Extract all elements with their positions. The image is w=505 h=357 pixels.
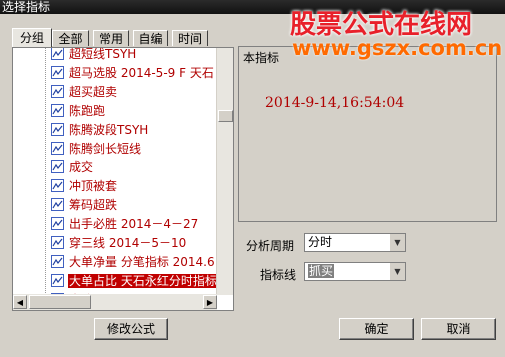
list-item[interactable]: 穿三线 2014－5－10 — [51, 234, 187, 252]
watermark-url: www.gszx.com.cn — [292, 36, 503, 60]
formula-chart-icon — [51, 48, 64, 60]
indicator-line-value: 抓买 — [308, 264, 335, 278]
list-item-label: 出手必胜 2014－4－27 — [69, 217, 199, 232]
tab-group[interactable]: 分组 — [12, 28, 52, 47]
info-date: 2014-9-14,16:54:04 — [265, 95, 405, 111]
formula-chart-icon — [51, 217, 64, 231]
tab-common[interactable]: 常用 — [93, 30, 129, 46]
list-item[interactable]: 陈跑跑 — [51, 102, 106, 120]
chevron-down-icon[interactable]: ▼ — [389, 234, 405, 251]
list-item-label: 成交 — [69, 160, 94, 175]
formula-chart-icon — [51, 122, 64, 136]
formula-chart-icon — [51, 179, 64, 193]
tab-all[interactable]: 全部 — [52, 30, 89, 46]
list-item[interactable]: 成交 — [51, 158, 94, 176]
formula-chart-icon — [51, 84, 64, 98]
scroll-right-arrow-icon[interactable]: ▶ — [203, 295, 217, 309]
list-item[interactable]: 出手必胜 2014－4－27 — [51, 215, 199, 233]
formula-chart-icon — [51, 273, 64, 287]
list-item[interactable]: 大单净量 分笔指标 2014.6 — [51, 253, 216, 271]
list-item-label: 穿三线 2014－5－10 — [69, 236, 187, 250]
ok-button[interactable]: 确定 — [339, 318, 414, 340]
period-value: 分时 — [308, 235, 333, 249]
period-label: 分析周期 — [246, 239, 295, 253]
list-item-label: 冲顶被套 — [69, 179, 118, 194]
chevron-down-icon[interactable]: ▼ — [389, 263, 405, 280]
list-item[interactable]: 超短线TSYH — [51, 47, 137, 63]
formula-chart-icon — [51, 103, 64, 117]
list-item-label: 大单净量 分笔指标 2014.6 — [69, 254, 215, 269]
indicator-list[interactable]: 超短线TSYH 超马选股 2014-5-9 F 天石 超买超卖陈跑跑陈腾波段TSYH… — [12, 47, 234, 311]
indicator-line-select[interactable]: 抓买 ▼ — [304, 262, 406, 281]
tree-line — [45, 48, 46, 293]
list-item-label: 超买超卖 — [69, 84, 118, 99]
list-item[interactable]: 超马选股 2014-5-9 F 天石 — [51, 64, 215, 82]
cancel-button[interactable]: 取消 — [421, 318, 496, 340]
formula-chart-icon — [51, 198, 64, 212]
list-item-label: 大单占比 天石永红分时指标 — [68, 273, 218, 288]
vertical-scroll-thumb[interactable] — [218, 110, 233, 122]
formula-chart-icon — [51, 141, 64, 155]
formula-chart-icon — [51, 65, 64, 79]
list-item-label: 超马选股 2014-5-9 F 天石 — [69, 65, 214, 80]
period-select[interactable]: 分时 ▼ — [304, 233, 406, 252]
horizontal-scroll-thumb[interactable] — [29, 295, 91, 309]
list-item[interactable]: 陈腾波段TSYH — [51, 121, 149, 139]
edit-formula-button[interactable]: 修改公式 — [94, 318, 168, 340]
formula-chart-icon — [51, 236, 64, 249]
scroll-left-arrow-icon[interactable]: ◀ — [13, 295, 27, 309]
list-item-label: 超短线TSYH — [69, 47, 137, 61]
list-item[interactable]: 冲顶被套 — [51, 177, 118, 195]
list-item[interactable]: 陈腾剑长短线 — [51, 140, 142, 158]
indicator-line-label: 指标线 — [260, 268, 297, 282]
horizontal-scrollbar[interactable]: ◀ ▶ — [13, 294, 217, 310]
list-item[interactable]: 大单占比 天石永红分时指标 — [51, 272, 218, 290]
list-item[interactable]: 筹码超跌 — [51, 196, 118, 214]
info-title: 本指标 — [243, 51, 280, 65]
list-item[interactable]: 超买超卖 — [51, 83, 118, 101]
list-item-label: 陈跑跑 — [69, 103, 106, 118]
formula-chart-icon — [51, 254, 64, 268]
list-item-label: 陈腾剑长短线 — [69, 141, 142, 156]
formula-chart-icon — [51, 160, 64, 174]
list-item-label: 筹码超跌 — [69, 198, 118, 213]
tab-time[interactable]: 时间 — [172, 30, 208, 46]
vertical-scrollbar[interactable] — [216, 48, 233, 295]
list-item-label: 陈腾波段TSYH — [69, 122, 149, 137]
tab-custom[interactable]: 自编 — [133, 30, 168, 46]
indicator-info-panel: 本指标 2014-9-14,16:54:04 — [238, 46, 497, 222]
